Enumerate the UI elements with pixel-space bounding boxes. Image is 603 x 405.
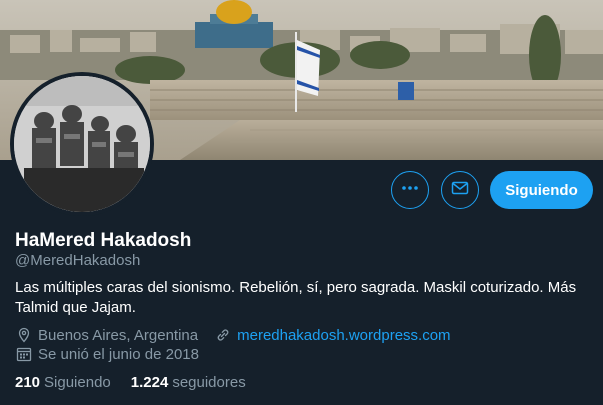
link-icon bbox=[214, 326, 232, 344]
profile-meta-row: Buenos Aires, Argentina meredhakadosh.wo… bbox=[15, 326, 451, 344]
profile-location: Buenos Aires, Argentina bbox=[38, 326, 199, 344]
profile-stats: 210 Siguiendo 1.224 seguidores bbox=[15, 374, 266, 391]
following-label: Siguiendo bbox=[44, 374, 111, 391]
following-count-link[interactable]: 210 Siguiendo bbox=[15, 374, 111, 391]
location-pin-icon bbox=[15, 326, 33, 344]
profile-handle: @MeredHakadosh bbox=[15, 252, 141, 269]
profile-page: Siguiendo HaMered Hakadosh @MeredHakados… bbox=[0, 0, 603, 405]
followers-count: 1.224 bbox=[130, 374, 169, 391]
more-options-button[interactable] bbox=[391, 171, 429, 209]
envelope-icon bbox=[451, 179, 469, 202]
profile-joined-date: Se unió el junio de 2018 bbox=[38, 345, 199, 363]
more-dots-icon bbox=[401, 179, 419, 202]
calendar-icon bbox=[15, 345, 33, 363]
following-button[interactable]: Siguiendo bbox=[490, 171, 593, 209]
profile-joined-row: Se unió el junio de 2018 bbox=[15, 345, 199, 363]
profile-bio: Las múltiples caras del sionismo. Rebeli… bbox=[15, 279, 577, 316]
profile-website-link[interactable]: meredhakadosh.wordpress.com bbox=[237, 327, 450, 344]
followers-count-link[interactable]: 1.224 seguidores bbox=[131, 374, 246, 391]
followers-label: seguidores bbox=[172, 374, 246, 391]
profile-name: HaMered Hakadosh bbox=[15, 230, 192, 251]
avatar[interactable] bbox=[10, 72, 154, 216]
following-count: 210 bbox=[15, 374, 41, 391]
message-button[interactable] bbox=[441, 171, 479, 209]
